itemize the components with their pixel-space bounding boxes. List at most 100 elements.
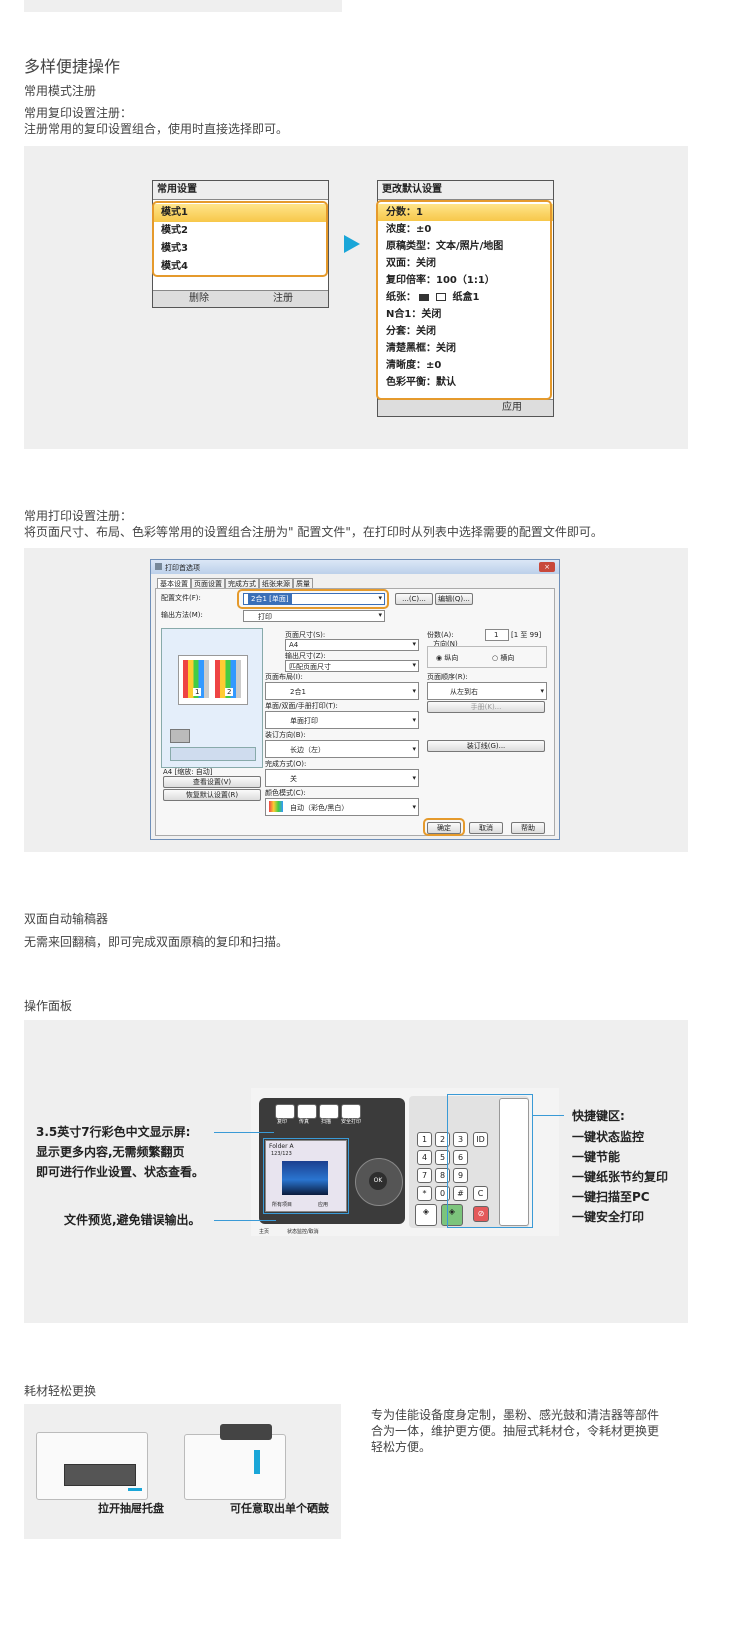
output-method-value: 打印 bbox=[258, 613, 272, 621]
screen-highlight bbox=[263, 1138, 349, 1214]
finishing-label: 完成方式(O): bbox=[265, 760, 307, 768]
hotkey-highlight bbox=[447, 1094, 533, 1228]
numpad-key[interactable]: 4 bbox=[417, 1150, 432, 1165]
secure-print-key-label: 安全打印 bbox=[341, 1119, 362, 1125]
add-profile-button[interactable]: ...(C)... bbox=[395, 593, 433, 605]
print-heading: 常用打印设置注册： bbox=[24, 509, 133, 523]
preview-sheet: 1 2 bbox=[178, 655, 248, 705]
chevron-down-icon: ▾ bbox=[412, 687, 416, 695]
numpad-key[interactable]: 7 bbox=[417, 1168, 432, 1183]
layout-select[interactable]: 2合1 ▾ bbox=[265, 682, 419, 700]
preview-callout: 文件预览,避免错误输出。 bbox=[64, 1213, 201, 1227]
delete-button[interactable]: 删除 bbox=[189, 291, 209, 307]
copy-settings-panel: 常用设置 模式1 模式2 模式3 模式4 删除 注册 更改默认设置 分数：1 浓… bbox=[24, 146, 688, 449]
restore-defaults-button[interactable]: 恢复默认设置(R) bbox=[163, 789, 261, 801]
display-callout-line1: 3.5英寸7行彩色中文显示屏: bbox=[36, 1125, 191, 1139]
cartridge bbox=[220, 1424, 272, 1440]
color-mode-icon bbox=[269, 801, 283, 812]
preview-page: 2 bbox=[215, 660, 241, 698]
display-callout-line bbox=[214, 1132, 274, 1133]
hotkey-item: 一键纸张节约复印 bbox=[572, 1170, 669, 1184]
copies-value: 1 bbox=[494, 631, 499, 639]
lift-arrow-icon bbox=[254, 1450, 260, 1474]
finishing-select[interactable]: 关 ▾ bbox=[265, 769, 419, 787]
output-method-select[interactable]: 打印 ▾ bbox=[243, 610, 385, 622]
highlight-box bbox=[237, 589, 389, 609]
color-mode-value: 自动（彩色/黑白） bbox=[290, 804, 349, 812]
print-settings-panel: 打印首选项 × 基本设置 页面设置 完成方式 纸张来源 质量 配置文件(F): … bbox=[24, 548, 688, 852]
chevron-down-icon: ▾ bbox=[412, 803, 416, 811]
consumable-desc-line3: 轻松方便。 bbox=[371, 1440, 432, 1454]
highlight-box bbox=[152, 201, 328, 277]
control-panel-image: 复印 传真 扫描 安全打印 Folder A 123/123 所有项目 应用 O… bbox=[251, 1088, 559, 1236]
scan-key[interactable] bbox=[319, 1104, 339, 1119]
panel-title: 操作面板 bbox=[24, 999, 73, 1013]
layout-label: 页面布局(I): bbox=[265, 673, 303, 681]
page-order-select[interactable]: 从左到右 ▾ bbox=[427, 682, 547, 700]
register-button[interactable]: 注册 bbox=[273, 291, 293, 307]
landscape-label: 横向 bbox=[500, 654, 515, 662]
duplex-select[interactable]: 单面打印 ▾ bbox=[265, 711, 419, 729]
caption-remove-cartridge: 可任意取出单个硒鼓 bbox=[230, 1502, 329, 1515]
gutter-button[interactable]: 装订线(G)... bbox=[427, 740, 545, 752]
profile-label: 配置文件(F): bbox=[161, 594, 201, 602]
preview-callout-line bbox=[214, 1220, 276, 1221]
view-settings-button[interactable]: 查看设置(V) bbox=[163, 776, 261, 788]
preview-pane: 1 2 bbox=[161, 628, 263, 768]
display-callout-line2: 显示更多内容,无需频繁翻页 bbox=[36, 1145, 185, 1159]
printer-cartridge-illustration bbox=[184, 1434, 286, 1500]
numpad-key[interactable]: * bbox=[417, 1186, 432, 1201]
start-key-mono[interactable]: ◈ bbox=[415, 1204, 437, 1226]
secure-print-key[interactable] bbox=[341, 1104, 361, 1119]
copies-input[interactable]: 1 bbox=[485, 629, 509, 641]
chevron-down-icon: ▾ bbox=[412, 640, 416, 648]
close-icon[interactable]: × bbox=[539, 562, 555, 572]
output-size-select[interactable]: 匹配页面尺寸 ▾ bbox=[285, 660, 419, 672]
highlight-box bbox=[423, 818, 465, 836]
copies-range: [1 至 99] bbox=[511, 631, 542, 639]
numpad-key[interactable]: 1 bbox=[417, 1132, 432, 1147]
portrait-radio[interactable]: ◉ 纵向 bbox=[436, 653, 458, 663]
display-callout-line3: 即可进行作业设置、状态查看。 bbox=[36, 1165, 205, 1179]
binding-select[interactable]: 长边（左） ▾ bbox=[265, 740, 419, 758]
duplex-value: 单面打印 bbox=[290, 717, 318, 725]
chevron-down-icon: ▾ bbox=[540, 687, 544, 695]
mode-title: 常用模式注册 bbox=[24, 84, 97, 98]
color-mode-select[interactable]: 自动（彩色/黑白） ▾ bbox=[265, 798, 419, 816]
hotkey-item: 一键安全打印 bbox=[572, 1210, 645, 1224]
fax-key[interactable] bbox=[297, 1104, 317, 1119]
lcd-left-footer: 删除 注册 bbox=[153, 290, 328, 307]
help-button[interactable]: 帮助 bbox=[511, 822, 545, 834]
status-label: 状态监控/取消 bbox=[287, 1229, 319, 1235]
print-desc: 将页面尺寸、布局、色彩等常用的设置组合注册为" 配置文件"，在打印时从列表中选择… bbox=[24, 525, 603, 539]
option-icons bbox=[170, 747, 256, 761]
output-method-label: 输出方法(M): bbox=[161, 611, 203, 619]
printer-icon bbox=[170, 729, 190, 743]
ok-key[interactable]: OK bbox=[369, 1172, 387, 1190]
binding-label: 装订方向(B): bbox=[265, 731, 306, 739]
apply-button[interactable]: 应用 bbox=[502, 400, 522, 416]
chevron-down-icon: ▾ bbox=[412, 774, 416, 782]
page-order-value: 从左到右 bbox=[450, 688, 478, 696]
finishing-value: 关 bbox=[290, 775, 297, 783]
page-size-select[interactable]: A4 ▾ bbox=[285, 639, 419, 651]
drawer-tray bbox=[64, 1464, 136, 1486]
chevron-down-icon: ▾ bbox=[412, 745, 416, 753]
scan-key-label: 扫描 bbox=[321, 1119, 332, 1125]
booklet-button[interactable]: 手册(K)... bbox=[427, 701, 545, 713]
home-label: 主页 bbox=[259, 1229, 270, 1235]
page-order-label: 页面顺序(R): bbox=[427, 673, 468, 681]
color-mode-label: 颜色模式(C): bbox=[265, 789, 306, 797]
preview-page-number: 2 bbox=[225, 688, 234, 696]
consumable-desc-line1: 专为佳能设备度身定制，墨粉、感光鼓和清洁器等部件 bbox=[371, 1408, 660, 1422]
edit-profile-button[interactable]: 编辑(Q)... bbox=[435, 593, 473, 605]
fax-key-label: 传真 bbox=[299, 1119, 310, 1125]
copy-key[interactable] bbox=[275, 1104, 295, 1119]
cancel-button[interactable]: 取消 bbox=[469, 822, 503, 834]
consumable-title: 耗材轻松更换 bbox=[24, 1384, 97, 1398]
print-preferences-dialog: 打印首选项 × 基本设置 页面设置 完成方式 纸张来源 质量 配置文件(F): … bbox=[150, 559, 560, 840]
play-arrow-icon bbox=[344, 235, 360, 253]
landscape-radio[interactable]: ○ 横向 bbox=[492, 653, 514, 663]
dialog-titlebar: 打印首选项 × bbox=[151, 560, 559, 574]
duplex-label: 单面/双面/手册打印(T): bbox=[265, 702, 338, 710]
